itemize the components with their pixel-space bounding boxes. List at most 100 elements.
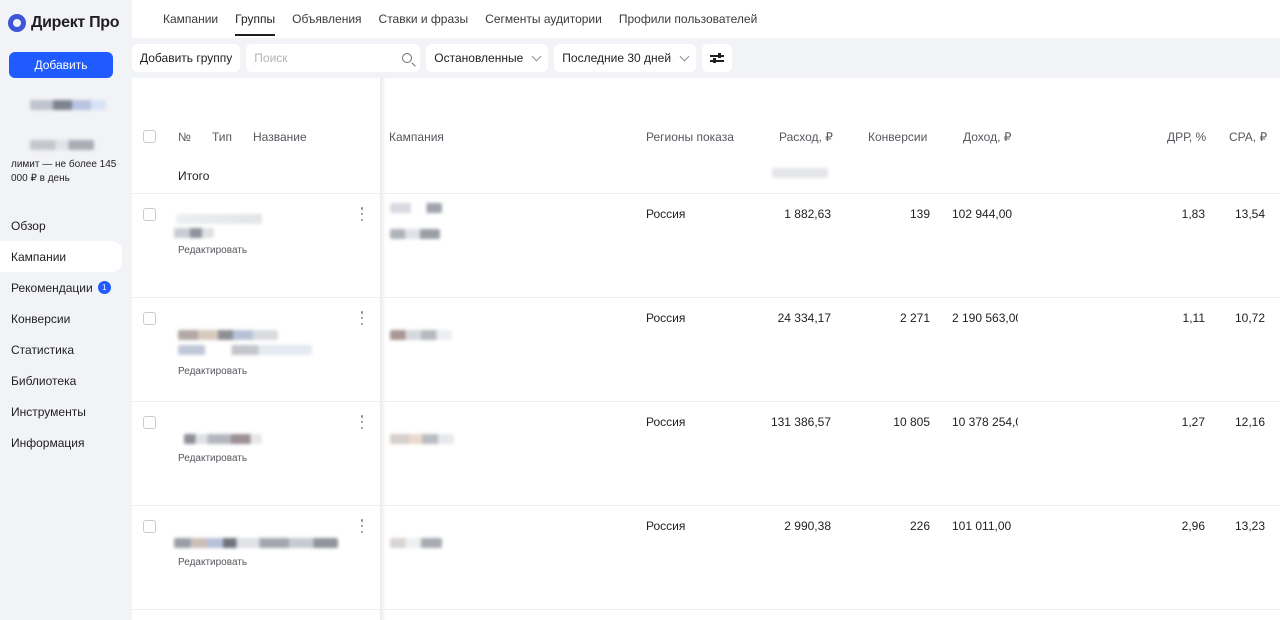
column-header-regions[interactable]: Регионы показа [646,130,734,144]
region-cell: Россия [646,519,686,533]
edit-link[interactable]: Редактировать [178,557,247,568]
sidebar-item-overview[interactable]: Обзор [0,210,122,241]
cpa-cell: 13,23 [1234,519,1265,533]
row-divider [132,609,1280,610]
row-divider [132,505,1280,506]
settings-sliders-icon [710,52,725,64]
sidebar-item-tools[interactable]: Инструменты [0,396,122,427]
sidebar-item-conversions[interactable]: Конверсии [0,303,122,334]
drr-cell: 1,11 [1182,311,1205,325]
group-name-redacted [184,434,262,444]
more-vertical-icon[interactable] [360,207,364,221]
chevron-down-icon [679,51,690,61]
group-id-redacted [178,345,312,355]
drr-cell: 1,83 [1181,207,1205,221]
tab-audience-segments[interactable]: Сегменты аудитории [485,0,602,38]
row-divider [132,193,1280,194]
region-cell: Россия [646,415,686,429]
edit-link[interactable]: Редактировать [178,245,247,256]
column-header-type[interactable]: Тип [212,130,232,144]
spend-cell: 131 386,57 [770,415,831,429]
row-checkbox[interactable] [143,312,156,325]
sidebar-item-label: Обзор [11,218,46,233]
top-tabs: Кампании Группы Объявления Ставки и фраз… [132,0,1280,38]
search-input[interactable]: Поиск [246,44,421,72]
sidebar-item-library[interactable]: Библиотека [0,365,122,396]
more-vertical-icon[interactable] [360,519,364,533]
edit-link[interactable]: Редактировать [178,453,247,464]
column-header-revenue[interactable]: Доход, ₽ [963,130,1011,144]
column-header-cpa[interactable]: CPA, ₽ [1229,130,1267,144]
group-name-redacted [176,214,262,224]
cpa-cell: 10,72 [1234,311,1265,325]
revenue-cell: 101 011,00 [952,519,1012,533]
drr-cell: 2,96 [1181,519,1205,533]
conversions-cell: 10 805 [893,415,930,429]
status-filter-dropdown[interactable]: Остановленные [426,44,549,72]
region-cell: Россия [646,311,686,325]
edit-link[interactable]: Редактировать [178,366,247,377]
toolbar: Добавить группу Поиск Остановленные Посл… [132,44,733,72]
select-all-checkbox[interactable] [143,130,156,143]
row-checkbox[interactable] [143,208,156,221]
daily-limit-text: лимит — не более 145 000 ₽ в день [11,159,117,184]
tab-groups[interactable]: Группы [235,0,275,38]
tab-campaigns[interactable]: Кампании [163,0,218,38]
campaign-name-redacted [390,434,454,444]
add-group-button[interactable]: Добавить группу [132,44,241,72]
total-row-label: Итого [178,169,210,183]
row-checkbox[interactable] [143,520,156,533]
group-name-redacted [174,538,338,548]
column-settings-button[interactable] [702,44,733,72]
cpa-cell: 12,16 [1234,415,1265,429]
account-name-redacted [30,100,106,110]
groups-table: № Тип Название Кампания Регионы показа Р… [132,78,1280,620]
spend-cell: 1 882,63 [784,207,831,221]
campaign-id-redacted [390,229,440,239]
campaign-name-redacted [390,203,442,213]
sidebar-item-campaigns[interactable]: Кампании [0,241,122,272]
sidebar-item-label: Информация [11,435,85,450]
sidebar-item-label: Статистика [11,342,75,357]
frozen-column-divider [380,78,386,620]
column-header-name[interactable]: Название [253,130,307,144]
revenue-cell: 10 378 254,00 [952,415,1018,429]
sidebar-nav: Обзор Кампании Рекомендации 1 Конверсии С… [0,210,122,458]
search-placeholder: Поиск [254,51,288,65]
row-divider [132,401,1280,402]
add-button[interactable]: Добавить [9,52,113,78]
sidebar-item-recommendations[interactable]: Рекомендации 1 [0,272,122,303]
account-balance-redacted [30,140,94,150]
group-id-redacted [174,228,214,238]
tab-user-profiles[interactable]: Профили пользователей [619,0,757,38]
sidebar-item-statistics[interactable]: Статистика [0,334,122,365]
status-filter-value: Остановленные [434,51,524,65]
cpa-cell: 13,54 [1234,207,1265,221]
conversions-cell: 226 [909,519,930,533]
column-header-campaign[interactable]: Кампания [389,130,444,144]
direct-logo-icon [8,14,26,32]
total-spend-redacted [772,168,828,178]
tab-ads[interactable]: Объявления [292,0,361,38]
revenue-cell: 2 190 563,00 [952,311,1018,325]
column-header-conversions[interactable]: Конверсии [868,130,927,144]
sidebar: Директ Про Добавить лимит — не более 145… [0,0,132,620]
tab-bids-phrases[interactable]: Ставки и фразы [379,0,469,38]
period-filter-value: Последние 30 дней [562,51,672,65]
column-header-drr[interactable]: ДРР, % [1167,130,1206,144]
column-header-spend[interactable]: Расход, ₽ [779,130,833,144]
revenue-cell: 102 944,00 [952,207,1013,221]
row-checkbox[interactable] [143,416,156,429]
sidebar-item-label: Конверсии [11,311,71,326]
campaign-name-redacted [390,330,452,340]
group-name-redacted [178,330,278,340]
spend-cell: 2 990,38 [784,519,831,533]
conversions-cell: 2 271 [899,311,930,325]
period-filter-dropdown[interactable]: Последние 30 дней [554,44,697,72]
conversions-cell: 139 [909,207,930,221]
sidebar-item-information[interactable]: Информация [0,427,122,458]
drr-cell: 1,27 [1181,415,1205,429]
more-vertical-icon[interactable] [360,311,364,325]
logo[interactable]: Директ Про [8,14,120,32]
more-vertical-icon[interactable] [360,415,364,429]
